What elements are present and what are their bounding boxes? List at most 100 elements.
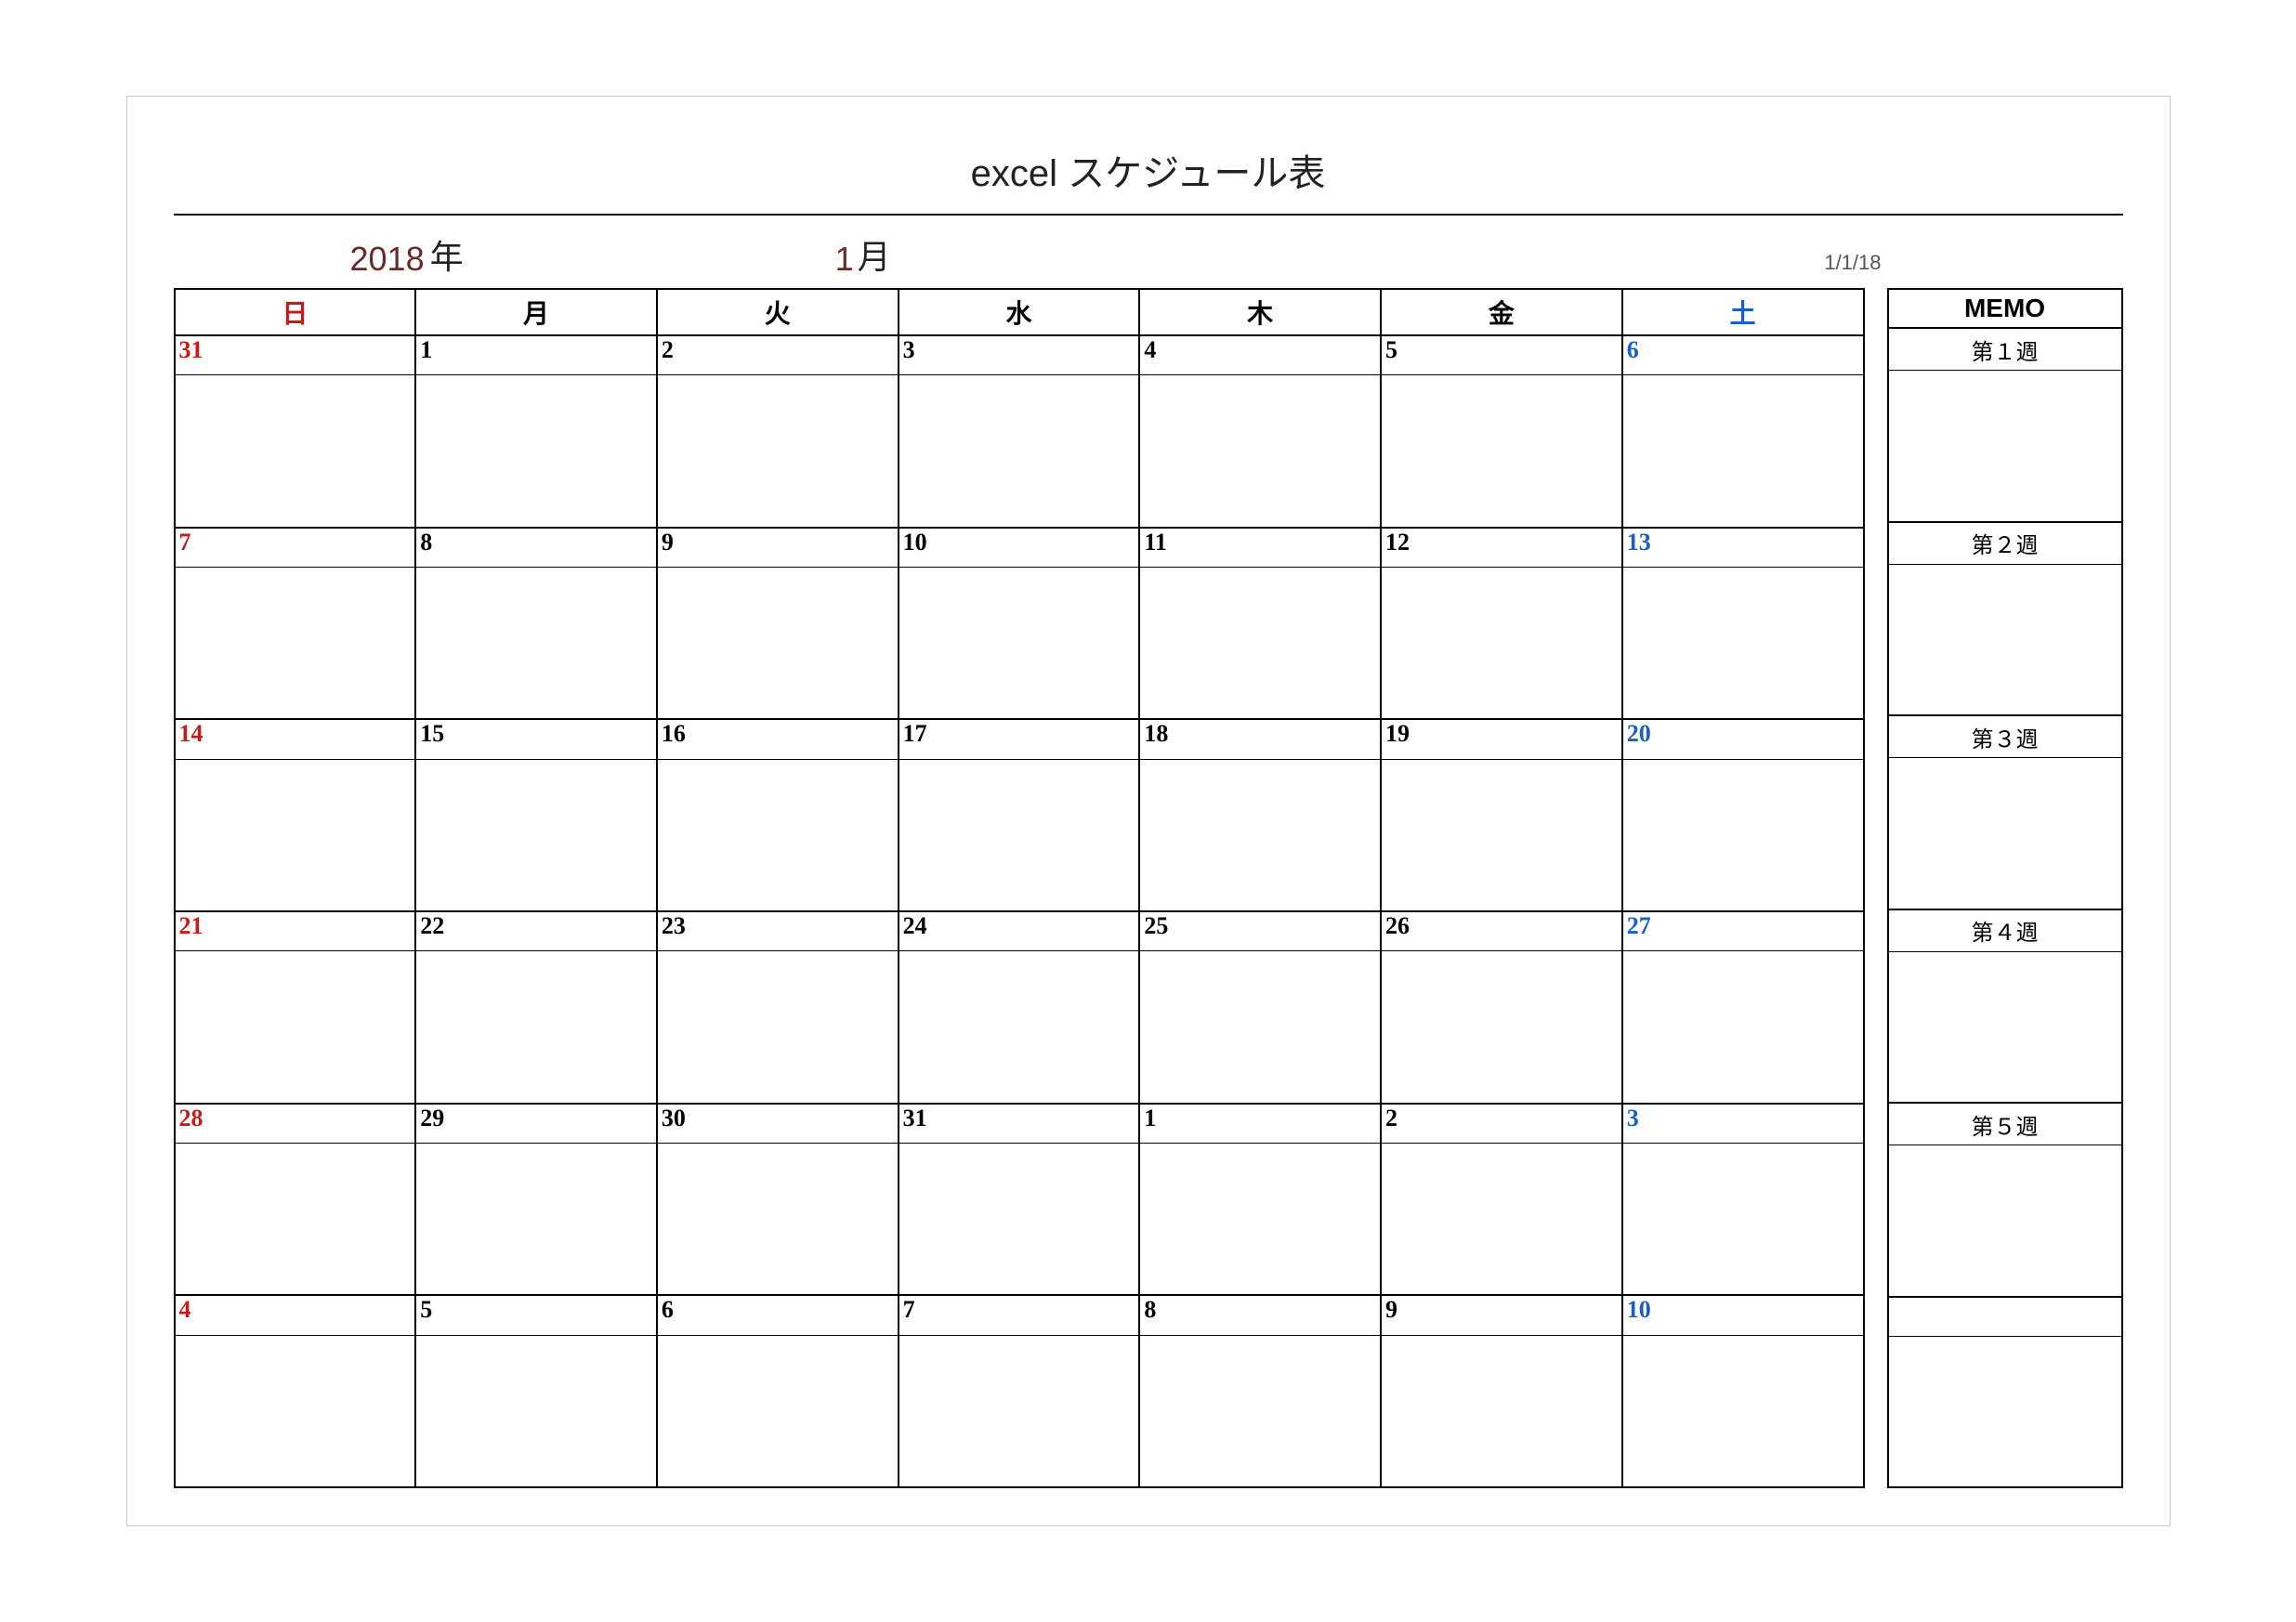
day-number-cell: 14 bbox=[175, 719, 416, 759]
day-body-cell bbox=[657, 375, 899, 528]
day-body-cell bbox=[657, 1143, 899, 1295]
day-number-cell: 6 bbox=[1622, 335, 1864, 375]
memo-week-label bbox=[1888, 1297, 2122, 1337]
day-number-cell: 31 bbox=[175, 335, 416, 375]
day-body-cell bbox=[175, 375, 416, 528]
day-number-cell: 1 bbox=[415, 335, 657, 375]
day-body-cell bbox=[1622, 568, 1864, 720]
day-body-cell bbox=[1381, 375, 1622, 528]
day-number-cell: 21 bbox=[175, 911, 416, 951]
day-body-cell bbox=[657, 951, 899, 1104]
day-body-cell bbox=[657, 568, 899, 720]
day-body-cell bbox=[899, 375, 1140, 528]
week-body-row bbox=[175, 375, 1864, 528]
day-number-cell: 8 bbox=[415, 528, 657, 568]
day-number-cell: 8 bbox=[1139, 1295, 1381, 1335]
day-body-cell bbox=[1139, 375, 1381, 528]
day-number-cell: 3 bbox=[1622, 1104, 1864, 1144]
week-number-row: 28293031123 bbox=[175, 1104, 1864, 1144]
day-body-cell bbox=[657, 1335, 899, 1487]
day-body-cell bbox=[415, 568, 657, 720]
header-fri: 金 bbox=[1381, 289, 1622, 335]
day-body-cell bbox=[175, 951, 416, 1104]
header-sun: 日 bbox=[175, 289, 416, 335]
memo-week-body bbox=[1888, 758, 2122, 909]
day-number-cell: 26 bbox=[1381, 911, 1622, 951]
week-number-row: 21222324252627 bbox=[175, 911, 1864, 951]
day-number-cell: 16 bbox=[657, 719, 899, 759]
day-body-cell bbox=[1622, 1335, 1864, 1487]
day-number-cell: 15 bbox=[415, 719, 657, 759]
day-number-cell: 13 bbox=[1622, 528, 1864, 568]
memo-table: MEMO 第１週第２週第３週第４週第５週 bbox=[1887, 288, 2123, 1488]
day-body-cell bbox=[1139, 1143, 1381, 1295]
week-body-row bbox=[175, 1143, 1864, 1295]
day-number-cell: 3 bbox=[899, 335, 1140, 375]
day-body-cell bbox=[657, 759, 899, 911]
month-value: 1 bbox=[835, 240, 854, 279]
week-body-row bbox=[175, 951, 1864, 1104]
day-header-row: 日 月 火 水 木 金 土 bbox=[175, 289, 1864, 335]
day-number-cell: 29 bbox=[415, 1104, 657, 1144]
day-number-cell: 24 bbox=[899, 911, 1140, 951]
day-number-cell: 9 bbox=[657, 528, 899, 568]
day-body-cell bbox=[1622, 1143, 1864, 1295]
day-number-cell: 12 bbox=[1381, 528, 1622, 568]
day-number-cell: 19 bbox=[1381, 719, 1622, 759]
day-number-cell: 2 bbox=[657, 335, 899, 375]
day-body-cell bbox=[1381, 1143, 1622, 1295]
document-page: excel スケジュール表 2018 年 1 月 1/1/18 日 月 火 水 … bbox=[126, 96, 2171, 1526]
week-body-row bbox=[175, 568, 1864, 720]
header-wed: 水 bbox=[899, 289, 1140, 335]
viewport: excel スケジュール表 2018 年 1 月 1/1/18 日 月 火 水 … bbox=[0, 0, 2296, 1622]
day-number-cell: 30 bbox=[657, 1104, 899, 1144]
day-body-cell bbox=[899, 1143, 1140, 1295]
day-number-cell: 9 bbox=[1381, 1295, 1622, 1335]
week-body-row bbox=[175, 1335, 1864, 1487]
day-body-cell bbox=[1139, 759, 1381, 911]
memo-week-body bbox=[1888, 951, 2122, 1103]
day-number-cell: 5 bbox=[415, 1295, 657, 1335]
day-body-cell bbox=[175, 759, 416, 911]
header-mon: 月 bbox=[415, 289, 657, 335]
day-number-cell: 6 bbox=[657, 1295, 899, 1335]
day-number-cell: 17 bbox=[899, 719, 1140, 759]
memo-week-label: 第５週 bbox=[1888, 1103, 2122, 1145]
day-number-cell: 2 bbox=[1381, 1104, 1622, 1144]
memo-week-label: 第２週 bbox=[1888, 522, 2122, 565]
year-value: 2018 bbox=[350, 240, 425, 279]
header-thu: 木 bbox=[1139, 289, 1381, 335]
day-body-cell bbox=[415, 759, 657, 911]
memo-week-body bbox=[1888, 1336, 2122, 1487]
day-number-cell: 1 bbox=[1139, 1104, 1381, 1144]
day-body-cell bbox=[415, 1143, 657, 1295]
day-number-cell: 4 bbox=[1139, 335, 1381, 375]
day-number-cell: 31 bbox=[899, 1104, 1140, 1144]
memo-week-label: 第３週 bbox=[1888, 715, 2122, 758]
week-number-row: 14151617181920 bbox=[175, 719, 1864, 759]
memo-week-body bbox=[1888, 371, 2122, 522]
day-number-cell: 28 bbox=[175, 1104, 416, 1144]
day-body-cell bbox=[1139, 951, 1381, 1104]
memo-header: MEMO bbox=[1888, 289, 2122, 328]
day-number-cell: 5 bbox=[1381, 335, 1622, 375]
day-number-cell: 7 bbox=[175, 528, 416, 568]
reference-date: 1/1/18 bbox=[1824, 251, 1881, 275]
day-body-cell bbox=[1622, 375, 1864, 528]
memo-week-body bbox=[1888, 564, 2122, 715]
day-body-cell bbox=[1622, 759, 1864, 911]
day-body-cell bbox=[175, 568, 416, 720]
memo-week-label: 第４週 bbox=[1888, 909, 2122, 952]
day-body-cell bbox=[899, 1335, 1140, 1487]
day-number-cell: 18 bbox=[1139, 719, 1381, 759]
meta-row: 2018 年 1 月 1/1/18 bbox=[174, 232, 2123, 279]
column-spacer bbox=[1865, 288, 1887, 1488]
day-body-cell bbox=[899, 568, 1140, 720]
day-body-cell bbox=[415, 1335, 657, 1487]
calendar-table: 日 月 火 水 木 金 土 31123456789101112131415161… bbox=[174, 288, 1865, 1488]
memo-week-label: 第１週 bbox=[1888, 328, 2122, 371]
week-number-row: 45678910 bbox=[175, 1295, 1864, 1335]
day-body-cell bbox=[1381, 759, 1622, 911]
day-body-cell bbox=[1622, 951, 1864, 1104]
day-body-cell bbox=[1381, 951, 1622, 1104]
